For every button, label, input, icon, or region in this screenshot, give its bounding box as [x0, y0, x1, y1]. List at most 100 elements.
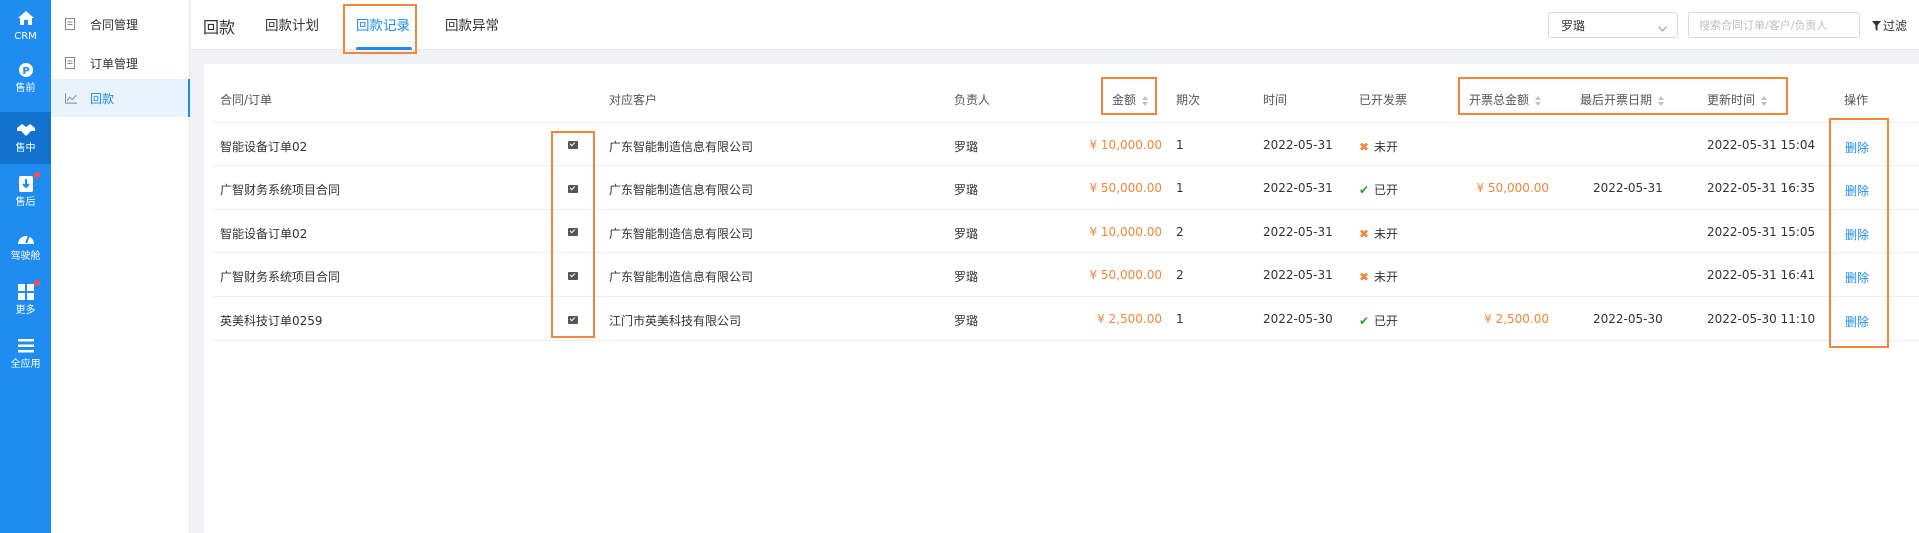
submenu-item-contracts[interactable]: 合同管理 [51, 5, 190, 43]
cell-invoiced-label: 已开 [1374, 183, 1399, 197]
rail-item-insale[interactable]: 售中 [0, 112, 51, 164]
highlight-box-tab [343, 4, 417, 54]
cell-updated: 2022-05-31 16:35 [1707, 181, 1816, 195]
cell-contract[interactable]: 英美科技订单0259 [220, 312, 323, 329]
rail-label: 售中 [15, 143, 36, 154]
row-divider [212, 340, 1919, 341]
cell-invoiced-label: 未开 [1374, 140, 1399, 154]
rail-item-aftersale[interactable]: 售后 [0, 166, 51, 218]
cell-time: 2022-05-30 [1263, 312, 1333, 326]
cell-period: 2 [1176, 268, 1184, 282]
sort-icon [1142, 95, 1149, 106]
handshake-icon [16, 121, 36, 139]
cell-period: 2 [1176, 225, 1184, 239]
filter-button[interactable]: 过滤 [1872, 17, 1907, 34]
cell-updated: 2022-05-30 11:10 [1707, 312, 1816, 326]
col-header-time: 时间 [1263, 93, 1288, 107]
rail-item-all-apps[interactable]: 全应用 [0, 328, 51, 380]
col-header-updated[interactable]: 更新时间 [1707, 91, 1768, 108]
mail-icon[interactable] [568, 141, 578, 149]
rail-item-dashboard[interactable]: 驾驶舱 [0, 220, 51, 272]
col-header-updated-label: 更新时间 [1707, 93, 1756, 107]
cell-amount: ¥ 10,000.00 [1089, 138, 1162, 152]
cell-time: 2022-05-31 [1263, 181, 1333, 195]
col-header-action: 操作 [1844, 93, 1869, 107]
row-divider [212, 296, 1919, 297]
delete-link[interactable]: 删除 [1845, 269, 1869, 286]
cell-invoiced: ✔ 已开 [1359, 312, 1398, 329]
check-icon: ✔ [1359, 314, 1370, 328]
submenu-label: 回款 [90, 91, 115, 106]
col-header-invoice-total-label: 开票总金额 [1469, 93, 1530, 107]
svg-text:P: P [22, 66, 29, 77]
cell-period: 1 [1176, 138, 1184, 152]
submenu-item-orders[interactable]: 订单管理 [51, 44, 190, 82]
cell-time: 2022-05-31 [1263, 268, 1333, 282]
submenu-label: 合同管理 [90, 17, 139, 32]
cell-time: 2022-05-31 [1263, 138, 1333, 152]
delete-link[interactable]: 删除 [1845, 313, 1869, 330]
submenu-item-payments[interactable]: 回款 [51, 79, 190, 117]
document-icon [65, 56, 77, 70]
col-header-invoiced: 已开发票 [1359, 93, 1408, 107]
col-header-customer: 对应客户 [609, 93, 658, 107]
cell-period: 1 [1176, 312, 1184, 326]
cell-contract[interactable]: 智能设备订单02 [220, 138, 307, 155]
mail-icon[interactable] [568, 272, 578, 280]
tab-payment-plan[interactable]: 回款计划 [265, 14, 319, 34]
cell-contract[interactable]: 广智财务系统项目合同 [220, 181, 340, 198]
col-header-amount[interactable]: 金额 [1112, 91, 1149, 108]
app-rail: CRM P 售前 售中 售后 驾驶舱 更多 全应用 [0, 0, 51, 533]
cross-icon: ✖ [1359, 140, 1370, 154]
cell-contract[interactable]: 广智财务系统项目合同 [220, 268, 340, 285]
col-header-last-invoice-date-label: 最后开票日期 [1580, 93, 1653, 107]
secondary-menu: 合同管理 订单管理 回款 [51, 0, 190, 533]
owner-select[interactable]: 罗璐 [1548, 12, 1678, 38]
cell-invoiced: ✔ 已开 [1359, 181, 1398, 198]
rail-label: 驾驶舱 [10, 251, 41, 262]
mail-icon[interactable] [568, 185, 578, 193]
cell-customer: 广东智能制造信息有限公司 [609, 227, 754, 241]
dashboard-icon [16, 229, 36, 247]
mail-icon[interactable] [568, 228, 578, 236]
col-header-contract: 合同/订单 [220, 93, 273, 107]
tab-payment-exceptions[interactable]: 回款异常 [445, 14, 499, 34]
page-title: 回款 [203, 18, 236, 37]
cell-updated: 2022-05-31 15:05 [1707, 225, 1816, 239]
delete-link[interactable]: 删除 [1845, 182, 1869, 199]
cell-invoiced: ✖ 未开 [1359, 138, 1398, 155]
rail-label: 全应用 [10, 359, 41, 370]
chevron-down-icon [1658, 21, 1667, 35]
rail-item-presale[interactable]: P 售前 [0, 52, 51, 104]
cell-last-invoice-date: 2022-05-30 [1593, 312, 1663, 326]
col-header-invoice-total[interactable]: 开票总金额 [1469, 91, 1542, 108]
grid-icon [16, 280, 40, 301]
header-bar: 回款 回款计划 回款记录 回款异常 罗璐 过滤 [191, 0, 1919, 54]
cell-owner: 罗璐 [954, 183, 979, 197]
search-input[interactable] [1688, 12, 1860, 38]
cell-amount: ¥ 50,000.00 [1089, 268, 1162, 282]
menu-icon [16, 337, 36, 355]
cell-invoiced: ✖ 未开 [1359, 268, 1398, 285]
col-header-last-invoice-date[interactable]: 最后开票日期 [1580, 91, 1665, 108]
mail-icon[interactable] [568, 316, 578, 324]
cell-period: 1 [1176, 181, 1184, 195]
rail-item-crm[interactable]: CRM [0, 0, 51, 52]
cell-amount: ¥ 2,500.00 [1097, 312, 1162, 326]
cell-contract[interactable]: 智能设备订单02 [220, 225, 307, 242]
rail-item-more[interactable]: 更多 [0, 274, 51, 326]
rail-label: 更多 [15, 305, 36, 316]
chart-line-icon [65, 91, 77, 105]
cell-invoiced-label: 未开 [1374, 270, 1399, 284]
filter-icon [1872, 20, 1881, 31]
delete-link[interactable]: 删除 [1845, 226, 1869, 243]
aftersale-icon [16, 172, 40, 193]
cross-icon: ✖ [1359, 270, 1370, 284]
cell-updated: 2022-05-31 16:41 [1707, 268, 1816, 282]
delete-link[interactable]: 删除 [1845, 139, 1869, 156]
cell-amount: ¥ 10,000.00 [1089, 225, 1162, 239]
cell-invoiced-label: 已开 [1374, 314, 1399, 328]
home-icon [16, 9, 36, 27]
row-divider [212, 209, 1919, 210]
filter-label: 过滤 [1883, 19, 1908, 33]
